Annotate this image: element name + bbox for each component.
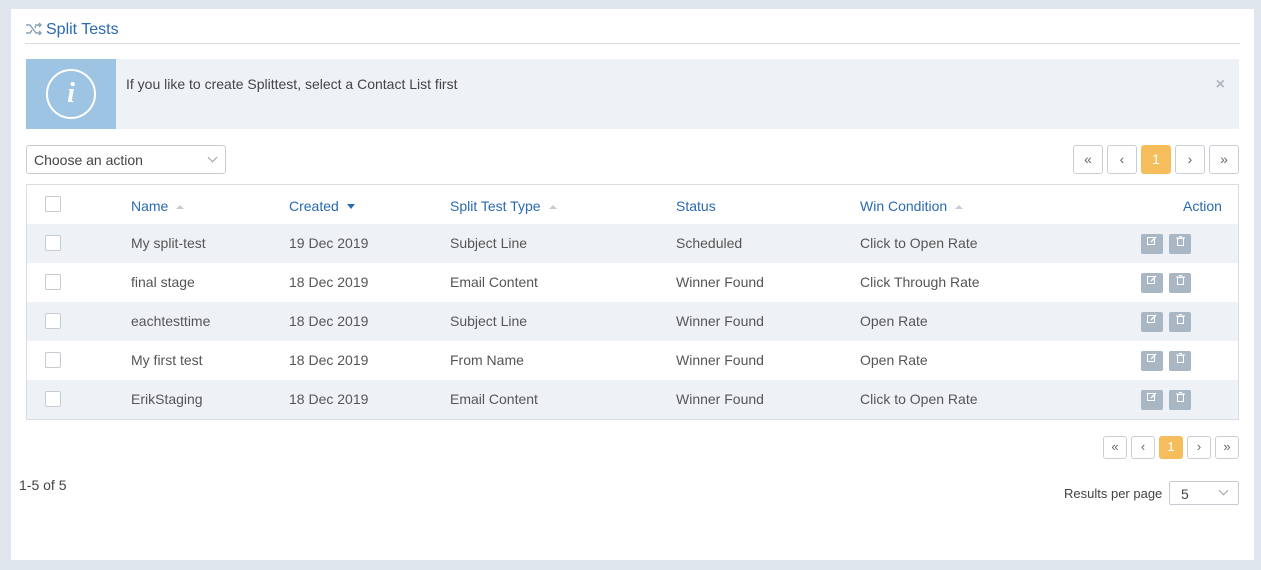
next-page-button[interactable]: › bbox=[1175, 145, 1205, 174]
cell-status: Winner Found bbox=[676, 391, 764, 407]
trash-icon[interactable] bbox=[1169, 234, 1191, 254]
cell-win-condition: Click Through Rate bbox=[860, 274, 980, 290]
chevron-down-icon bbox=[1218, 485, 1229, 496]
column-header-win[interactable]: Win Condition bbox=[860, 198, 964, 214]
next-page-button[interactable]: › bbox=[1187, 436, 1211, 459]
cell-status: Winner Found bbox=[676, 274, 764, 290]
shuffle-icon bbox=[25, 22, 43, 38]
sort-desc-icon bbox=[346, 204, 355, 209]
pagination-bottom: « ‹ 1 › » bbox=[1103, 436, 1239, 459]
trash-icon[interactable] bbox=[1169, 390, 1191, 410]
trash-icon[interactable] bbox=[1169, 312, 1191, 332]
cell-name: My split-test bbox=[131, 235, 206, 251]
action-select[interactable]: Choose an action bbox=[26, 145, 226, 174]
info-alert: i If you like to create Splittest, selec… bbox=[26, 59, 1239, 129]
cell-created: 18 Dec 2019 bbox=[289, 313, 369, 329]
alert-message: If you like to create Splittest, select … bbox=[126, 76, 458, 92]
last-page-button[interactable]: » bbox=[1215, 436, 1239, 459]
cell-type: Email Content bbox=[450, 274, 538, 290]
cell-type: Subject Line bbox=[450, 313, 528, 329]
table-row: My split-test 19 Dec 2019 Subject Line Sche… bbox=[27, 224, 1238, 263]
close-icon[interactable]: × bbox=[1216, 76, 1225, 94]
page-title: Split Tests bbox=[46, 21, 119, 38]
row-checkbox[interactable] bbox=[45, 352, 61, 368]
cell-status: Winner Found bbox=[676, 313, 764, 329]
table-header-row: Name Created Split Test Type Status Win … bbox=[27, 185, 1238, 224]
sort-icon bbox=[548, 205, 557, 209]
info-icon: i bbox=[46, 69, 96, 119]
column-header-type[interactable]: Split Test Type bbox=[450, 198, 557, 214]
results-per-page-label: Results per page bbox=[1064, 486, 1163, 501]
table-row: ErikStaging 18 Dec 2019 Email Content Winne… bbox=[27, 380, 1238, 419]
row-checkbox[interactable] bbox=[45, 313, 61, 329]
page-header: Split Tests bbox=[25, 21, 1240, 44]
cell-created: 18 Dec 2019 bbox=[289, 274, 369, 290]
action-select-value: Choose an action bbox=[34, 152, 143, 168]
sort-icon bbox=[176, 205, 185, 209]
cell-created: 18 Dec 2019 bbox=[289, 352, 369, 368]
cell-status: Scheduled bbox=[676, 235, 743, 251]
sort-icon bbox=[955, 205, 964, 209]
prev-page-button[interactable]: ‹ bbox=[1107, 145, 1137, 174]
chevron-down-icon bbox=[207, 152, 218, 163]
edit-icon[interactable] bbox=[1141, 312, 1163, 332]
edit-icon[interactable] bbox=[1141, 390, 1163, 410]
column-header-status: Status bbox=[676, 198, 716, 214]
current-page-button[interactable]: 1 bbox=[1141, 145, 1171, 174]
column-header-created[interactable]: Created bbox=[289, 198, 355, 214]
table-row: My first test 18 Dec 2019 From Name Winner … bbox=[27, 341, 1238, 380]
row-checkbox[interactable] bbox=[45, 235, 61, 251]
results-count: 1-5 of 5 bbox=[19, 477, 67, 493]
cell-type: Subject Line bbox=[450, 235, 528, 251]
column-header-name[interactable]: Name bbox=[131, 198, 185, 214]
cell-win-condition: Open Rate bbox=[860, 313, 928, 329]
row-checkbox[interactable] bbox=[45, 274, 61, 290]
cell-type: Email Content bbox=[450, 391, 538, 407]
results-per-page-select[interactable]: 5 bbox=[1169, 481, 1239, 505]
edit-icon[interactable] bbox=[1141, 351, 1163, 371]
cell-name: final stage bbox=[131, 274, 195, 290]
last-page-button[interactable]: » bbox=[1209, 145, 1239, 174]
cell-created: 19 Dec 2019 bbox=[289, 235, 369, 251]
row-checkbox[interactable] bbox=[45, 391, 61, 407]
current-page-button[interactable]: 1 bbox=[1159, 436, 1183, 459]
first-page-button[interactable]: « bbox=[1103, 436, 1127, 459]
cell-win-condition: Open Rate bbox=[860, 352, 928, 368]
prev-page-button[interactable]: ‹ bbox=[1131, 436, 1155, 459]
cell-type: From Name bbox=[450, 352, 524, 368]
cell-name: ErikStaging bbox=[131, 391, 203, 407]
table-row: eachtesttime 18 Dec 2019 Subject Line Winne… bbox=[27, 302, 1238, 341]
cell-name: eachtesttime bbox=[131, 313, 211, 329]
column-header-action: Action bbox=[1183, 198, 1222, 214]
info-icon-box: i bbox=[26, 59, 116, 129]
edit-icon[interactable] bbox=[1141, 234, 1163, 254]
trash-icon[interactable] bbox=[1169, 273, 1191, 293]
table-row: final stage 18 Dec 2019 Email Content Winne… bbox=[27, 263, 1238, 302]
cell-win-condition: Click to Open Rate bbox=[860, 235, 978, 251]
cell-name: My first test bbox=[131, 352, 203, 368]
cell-win-condition: Click to Open Rate bbox=[860, 391, 978, 407]
edit-icon[interactable] bbox=[1141, 273, 1163, 293]
trash-icon[interactable] bbox=[1169, 351, 1191, 371]
cell-status: Winner Found bbox=[676, 352, 764, 368]
cell-created: 18 Dec 2019 bbox=[289, 391, 369, 407]
pagination-top: « ‹ 1 › » bbox=[1073, 145, 1239, 174]
split-tests-table: Name Created Split Test Type Status Win … bbox=[26, 184, 1239, 420]
results-per-page-value: 5 bbox=[1181, 486, 1189, 502]
first-page-button[interactable]: « bbox=[1073, 145, 1103, 174]
select-all-checkbox[interactable] bbox=[45, 196, 61, 212]
split-tests-panel: Split Tests i If you like to create Spli… bbox=[11, 9, 1254, 560]
